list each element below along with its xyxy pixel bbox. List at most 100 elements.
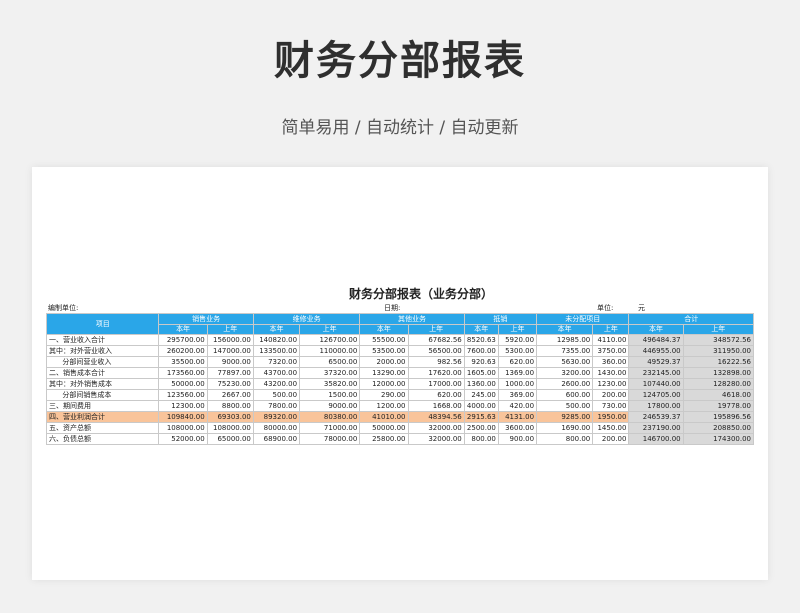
value-cell[interactable]: 7320.00 (252, 356, 301, 368)
value-cell[interactable]: 108000.00 (206, 422, 254, 434)
total-cell[interactable]: 208850.00 (682, 422, 755, 434)
value-cell[interactable]: 800.00 (536, 433, 594, 445)
value-cell[interactable]: 1605.00 (463, 367, 499, 379)
total-cell[interactable]: 232145.00 (628, 367, 684, 379)
total-cell[interactable]: 49529.37 (628, 356, 684, 368)
value-cell[interactable]: 17620.00 (407, 367, 465, 379)
value-cell[interactable]: 48394.56 (407, 411, 465, 423)
value-cell[interactable]: 1369.00 (497, 367, 538, 379)
value-cell[interactable]: 2000.00 (359, 356, 409, 368)
value-cell[interactable]: 500.00 (252, 389, 301, 401)
total-cell[interactable]: 124705.00 (628, 389, 684, 401)
total-cell[interactable]: 132898.00 (682, 367, 755, 379)
value-cell[interactable]: 123560.00 (158, 389, 208, 401)
value-cell[interactable]: 1360.00 (463, 378, 499, 390)
row-label[interactable]: 四、营业利润合计 (45, 411, 160, 423)
value-cell[interactable]: 109840.00 (158, 411, 208, 423)
value-cell[interactable]: 65000.00 (206, 433, 254, 445)
value-cell[interactable]: 89320.00 (252, 411, 301, 423)
value-cell[interactable]: 8800.00 (206, 400, 254, 412)
row-label[interactable]: 五、资产总额 (45, 422, 160, 434)
value-cell[interactable]: 6500.00 (299, 356, 361, 368)
value-cell[interactable]: 77897.00 (206, 367, 254, 379)
value-cell[interactable]: 50000.00 (158, 378, 208, 390)
total-cell[interactable]: 128280.00 (682, 378, 755, 390)
row-label[interactable]: 六、负债总额 (45, 433, 160, 445)
value-cell[interactable]: 9285.00 (536, 411, 594, 423)
value-cell[interactable]: 69303.00 (206, 411, 254, 423)
value-cell[interactable]: 12985.00 (536, 334, 594, 346)
value-cell[interactable]: 920.63 (463, 356, 499, 368)
value-cell[interactable]: 200.00 (592, 433, 630, 445)
value-cell[interactable]: 126700.00 (299, 334, 361, 346)
total-cell[interactable]: 19778.00 (682, 400, 755, 412)
value-cell[interactable]: 8520.63 (463, 334, 499, 346)
value-cell[interactable]: 140820.00 (252, 334, 301, 346)
value-cell[interactable]: 982.56 (407, 356, 465, 368)
total-cell[interactable]: 107440.00 (628, 378, 684, 390)
value-cell[interactable]: 290.00 (359, 389, 409, 401)
row-label[interactable]: 二、销售成本合计 (45, 367, 160, 379)
total-cell[interactable]: 311950.00 (682, 345, 755, 357)
value-cell[interactable]: 17000.00 (407, 378, 465, 390)
value-cell[interactable]: 260200.00 (158, 345, 208, 357)
value-cell[interactable]: 620.00 (407, 389, 465, 401)
total-cell[interactable]: 348572.56 (682, 334, 755, 346)
value-cell[interactable]: 1690.00 (536, 422, 594, 434)
value-cell[interactable]: 35500.00 (158, 356, 208, 368)
value-cell[interactable]: 1668.00 (407, 400, 465, 412)
value-cell[interactable]: 3200.00 (536, 367, 594, 379)
value-cell[interactable]: 730.00 (592, 400, 630, 412)
total-cell[interactable]: 146700.00 (628, 433, 684, 445)
value-cell[interactable]: 1450.00 (592, 422, 630, 434)
value-cell[interactable]: 1500.00 (299, 389, 361, 401)
total-cell[interactable]: 174300.00 (682, 433, 755, 445)
value-cell[interactable]: 9000.00 (206, 356, 254, 368)
value-cell[interactable]: 75230.00 (206, 378, 254, 390)
value-cell[interactable]: 295700.00 (158, 334, 208, 346)
value-cell[interactable]: 37320.00 (299, 367, 361, 379)
value-cell[interactable]: 147000.00 (206, 345, 254, 357)
value-cell[interactable]: 900.00 (497, 433, 538, 445)
value-cell[interactable]: 3750.00 (592, 345, 630, 357)
value-cell[interactable]: 1430.00 (592, 367, 630, 379)
value-cell[interactable]: 7800.00 (252, 400, 301, 412)
value-cell[interactable]: 52000.00 (158, 433, 208, 445)
value-cell[interactable]: 1950.00 (592, 411, 630, 423)
value-cell[interactable]: 800.00 (463, 433, 499, 445)
value-cell[interactable]: 56500.00 (407, 345, 465, 357)
total-cell[interactable]: 496484.37 (628, 334, 684, 346)
value-cell[interactable]: 173560.00 (158, 367, 208, 379)
value-cell[interactable]: 80380.00 (299, 411, 361, 423)
value-cell[interactable]: 5300.00 (497, 345, 538, 357)
value-cell[interactable]: 32000.00 (407, 433, 465, 445)
value-cell[interactable]: 55500.00 (359, 334, 409, 346)
row-label[interactable]: 分部间营业收入 (45, 356, 160, 368)
value-cell[interactable]: 2600.00 (536, 378, 594, 390)
value-cell[interactable]: 35820.00 (299, 378, 361, 390)
total-cell[interactable]: 17800.00 (628, 400, 684, 412)
value-cell[interactable]: 133500.00 (252, 345, 301, 357)
total-cell[interactable]: 4618.00 (682, 389, 755, 401)
value-cell[interactable]: 12000.00 (359, 378, 409, 390)
row-label[interactable]: 其中：对外销售成本 (45, 378, 160, 390)
value-cell[interactable]: 50000.00 (359, 422, 409, 434)
value-cell[interactable]: 369.00 (497, 389, 538, 401)
value-cell[interactable]: 2915.63 (463, 411, 499, 423)
value-cell[interactable]: 68900.00 (252, 433, 301, 445)
value-cell[interactable]: 2500.00 (463, 422, 499, 434)
value-cell[interactable]: 4131.00 (497, 411, 538, 423)
value-cell[interactable]: 53500.00 (359, 345, 409, 357)
value-cell[interactable]: 78000.00 (299, 433, 361, 445)
value-cell[interactable]: 4000.00 (463, 400, 499, 412)
value-cell[interactable]: 156000.00 (206, 334, 254, 346)
value-cell[interactable]: 360.00 (592, 356, 630, 368)
value-cell[interactable]: 13290.00 (359, 367, 409, 379)
value-cell[interactable]: 620.00 (497, 356, 538, 368)
total-cell[interactable]: 446955.00 (628, 345, 684, 357)
value-cell[interactable]: 500.00 (536, 400, 594, 412)
value-cell[interactable]: 71000.00 (299, 422, 361, 434)
value-cell[interactable]: 1000.00 (497, 378, 538, 390)
total-cell[interactable]: 246539.37 (628, 411, 684, 423)
value-cell[interactable]: 1200.00 (359, 400, 409, 412)
